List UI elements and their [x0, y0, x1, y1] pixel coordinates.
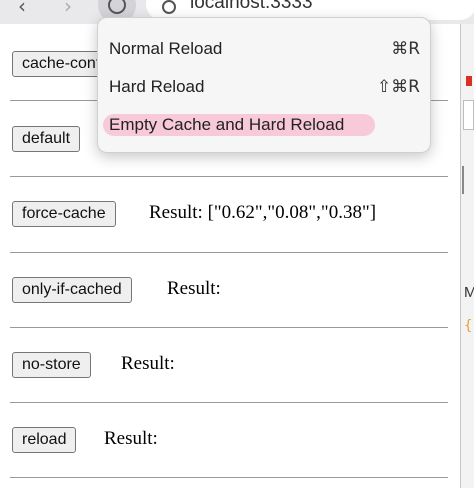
devtools-error-icon	[466, 76, 472, 86]
devtools-label: M	[464, 284, 474, 301]
reload-result: Result:	[104, 428, 158, 449]
only-if-cached-button[interactable]: only-if-cached	[12, 277, 132, 303]
menu-item-hard-reload[interactable]: Hard Reload ⇧⌘R	[98, 70, 432, 104]
menu-item-empty-cache-hard-reload[interactable]: Empty Cache and Hard Reload	[98, 108, 432, 142]
no-store-result: Result:	[121, 353, 175, 374]
forward-arrow-icon[interactable]: ›	[64, 0, 72, 18]
row-divider	[10, 327, 448, 328]
reload-context-menu: Normal Reload ⌘R Hard Reload ⇧⌘R Empty C…	[97, 17, 431, 153]
force-cache-button[interactable]: force-cache	[12, 201, 116, 227]
default-button[interactable]: default	[12, 126, 81, 152]
row-divider	[10, 477, 448, 478]
no-store-button[interactable]: no-store	[12, 352, 91, 378]
devtools-splitter[interactable]	[462, 166, 464, 194]
menu-item-normal-reload[interactable]: Normal Reload ⌘R	[98, 32, 432, 66]
devtools-brace-icon: {	[464, 318, 473, 334]
menu-item-label: Normal Reload	[109, 39, 223, 58]
only-if-cached-result: Result:	[167, 278, 221, 299]
reload-request-button[interactable]: reload	[12, 427, 77, 453]
site-info-icon[interactable]	[162, 0, 176, 14]
menu-item-label: Hard Reload	[109, 77, 205, 96]
url-text: localhost:3333	[190, 0, 313, 13]
reload-icon	[108, 0, 126, 14]
row-divider	[10, 176, 448, 177]
devtools-panel	[460, 24, 474, 488]
force-cache-result: Result: ["0.62","0.08","0.38"]	[149, 202, 377, 223]
row-divider	[10, 252, 448, 253]
back-arrow-icon[interactable]: ‹	[18, 0, 26, 18]
menu-item-shortcut: ⇧⌘R	[376, 77, 420, 97]
row-divider	[10, 402, 448, 403]
devtools-field[interactable]	[463, 100, 474, 130]
menu-item-shortcut: ⌘R	[391, 39, 420, 59]
menu-item-label: Empty Cache and Hard Reload	[109, 115, 345, 134]
